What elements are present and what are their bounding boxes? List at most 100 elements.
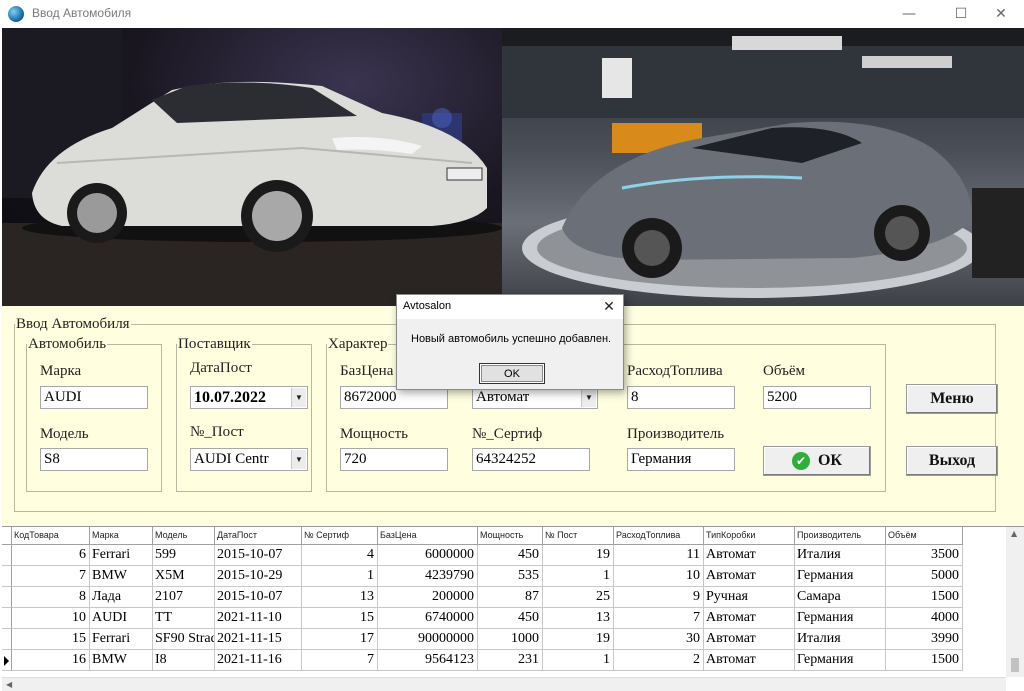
table-cell[interactable]: 2021-11-16 <box>215 650 302 671</box>
table-cell[interactable]: 4 <box>302 545 378 566</box>
column-header[interactable]: РасходТоплива <box>614 527 704 545</box>
column-header[interactable]: Модель <box>153 527 215 545</box>
table-cell[interactable]: 25 <box>543 587 614 608</box>
table-cell[interactable]: 30 <box>614 629 704 650</box>
scrollbar-thumb[interactable] <box>1011 658 1019 672</box>
row-indicator[interactable] <box>2 608 12 629</box>
table-cell[interactable]: BMW <box>90 566 153 587</box>
row-indicator[interactable] <box>2 587 12 608</box>
table-cell[interactable]: 15 <box>302 608 378 629</box>
column-header[interactable]: Мощность <box>478 527 543 545</box>
supply-number-select[interactable]: AUDI Centr ▼ <box>190 448 308 471</box>
power-input[interactable]: 720 <box>340 448 448 471</box>
table-cell[interactable]: 3990 <box>886 629 963 650</box>
table-cell[interactable]: 2 <box>614 650 704 671</box>
table-cell[interactable]: 8 <box>12 587 90 608</box>
table-cell[interactable]: BMW <box>90 650 153 671</box>
table-cell[interactable]: 535 <box>478 566 543 587</box>
table-cell[interactable]: Автомат <box>704 545 795 566</box>
table-cell[interactable]: 2015-10-29 <box>215 566 302 587</box>
table-cell[interactable]: 1500 <box>886 650 963 671</box>
column-header[interactable]: № Пост <box>543 527 614 545</box>
table-cell[interactable]: Германия <box>795 566 886 587</box>
dialog-close-button[interactable]: ✕ <box>599 297 619 317</box>
exit-button[interactable]: Выход <box>906 446 998 476</box>
table-cell[interactable]: 6740000 <box>378 608 478 629</box>
table-cell[interactable]: 19 <box>543 545 614 566</box>
table-cell[interactable]: Италия <box>795 545 886 566</box>
table-cell[interactable]: Автомат <box>704 608 795 629</box>
table-cell[interactable]: X5M <box>153 566 215 587</box>
table-cell[interactable]: Самара <box>795 587 886 608</box>
table-cell[interactable]: 15 <box>12 629 90 650</box>
table-cell[interactable]: 90000000 <box>378 629 478 650</box>
table-cell[interactable]: 1000 <box>478 629 543 650</box>
column-header[interactable]: Марка <box>90 527 153 545</box>
table-cell[interactable]: 87 <box>478 587 543 608</box>
table-cell[interactable]: 13 <box>543 608 614 629</box>
table-cell[interactable]: 6 <box>12 545 90 566</box>
table-cell[interactable]: 7 <box>614 608 704 629</box>
table-cell[interactable]: 10 <box>614 566 704 587</box>
table-cell[interactable]: I8 <box>153 650 215 671</box>
table-cell[interactable]: Ручная <box>704 587 795 608</box>
table-cell[interactable]: 450 <box>478 608 543 629</box>
chevron-down-icon[interactable]: ▼ <box>291 388 306 407</box>
dialog-ok-button[interactable]: OK <box>479 363 545 384</box>
date-picker[interactable]: 10.07.2022 ▼ <box>190 386 308 409</box>
table-cell[interactable]: 1500 <box>886 587 963 608</box>
table-cell[interactable]: 9 <box>614 587 704 608</box>
table-cell[interactable]: Лада <box>90 587 153 608</box>
chevron-down-icon[interactable]: ▼ <box>581 388 596 407</box>
table-cell[interactable]: Ferrari <box>90 629 153 650</box>
table-cell[interactable]: 3500 <box>886 545 963 566</box>
table-cell[interactable]: 9564123 <box>378 650 478 671</box>
brand-input[interactable]: AUDI <box>40 386 148 409</box>
close-button[interactable]: ✕ <box>978 0 1024 28</box>
table-cell[interactable]: Германия <box>795 650 886 671</box>
table-cell[interactable]: 200000 <box>378 587 478 608</box>
table-cell[interactable]: Автомат <box>704 629 795 650</box>
vertical-scrollbar[interactable]: ▲ <box>1006 527 1024 677</box>
table-cell[interactable]: 1 <box>543 566 614 587</box>
table-cell[interactable]: 231 <box>478 650 543 671</box>
table-cell[interactable]: Германия <box>795 608 886 629</box>
table-cell[interactable]: 5000 <box>886 566 963 587</box>
table-cell[interactable]: 450 <box>478 545 543 566</box>
table-cell[interactable]: 13 <box>302 587 378 608</box>
table-cell[interactable]: 17 <box>302 629 378 650</box>
table-cell[interactable]: 2015-10-07 <box>215 545 302 566</box>
fuel-consumption-input[interactable]: 8 <box>627 386 735 409</box>
horizontal-scrollbar[interactable]: ◀ <box>2 677 1006 691</box>
table-cell[interactable]: 2021-11-15 <box>215 629 302 650</box>
table-cell[interactable]: 10 <box>12 608 90 629</box>
table-cell[interactable]: 7 <box>302 650 378 671</box>
manufacturer-input[interactable]: Германия <box>627 448 735 471</box>
row-indicator[interactable] <box>2 566 12 587</box>
scroll-left-icon[interactable]: ◀ <box>6 680 12 689</box>
table-cell[interactable]: 1 <box>543 650 614 671</box>
table-cell[interactable]: TT <box>153 608 215 629</box>
column-header[interactable]: Объём <box>886 527 963 545</box>
ok-button[interactable]: ✔ ОК <box>763 446 871 476</box>
table-cell[interactable]: Автомат <box>704 566 795 587</box>
row-indicator[interactable] <box>2 650 12 671</box>
table-cell[interactable]: 6000000 <box>378 545 478 566</box>
table-cell[interactable]: 7 <box>12 566 90 587</box>
column-header[interactable]: ДатаПост <box>215 527 302 545</box>
table-cell[interactable]: 11 <box>614 545 704 566</box>
volume-input[interactable]: 5200 <box>763 386 871 409</box>
scroll-up-icon[interactable]: ▲ <box>1011 529 1017 538</box>
table-cell[interactable]: Автомат <box>704 650 795 671</box>
table-cell[interactable]: 16 <box>12 650 90 671</box>
cars-table[interactable]: КодТовара Марка Модель ДатаПост № Сертиф… <box>2 526 1024 691</box>
table-cell[interactable]: Италия <box>795 629 886 650</box>
table-cell[interactable]: 599 <box>153 545 215 566</box>
column-header[interactable]: КодТовара <box>12 527 90 545</box>
table-cell[interactable]: 2021-11-10 <box>215 608 302 629</box>
table-cell[interactable]: 4000 <box>886 608 963 629</box>
menu-button[interactable]: Меню <box>906 384 998 414</box>
table-cell[interactable]: Ferrari <box>90 545 153 566</box>
certificate-input[interactable]: 64324252 <box>472 448 590 471</box>
table-cell[interactable]: AUDI <box>90 608 153 629</box>
